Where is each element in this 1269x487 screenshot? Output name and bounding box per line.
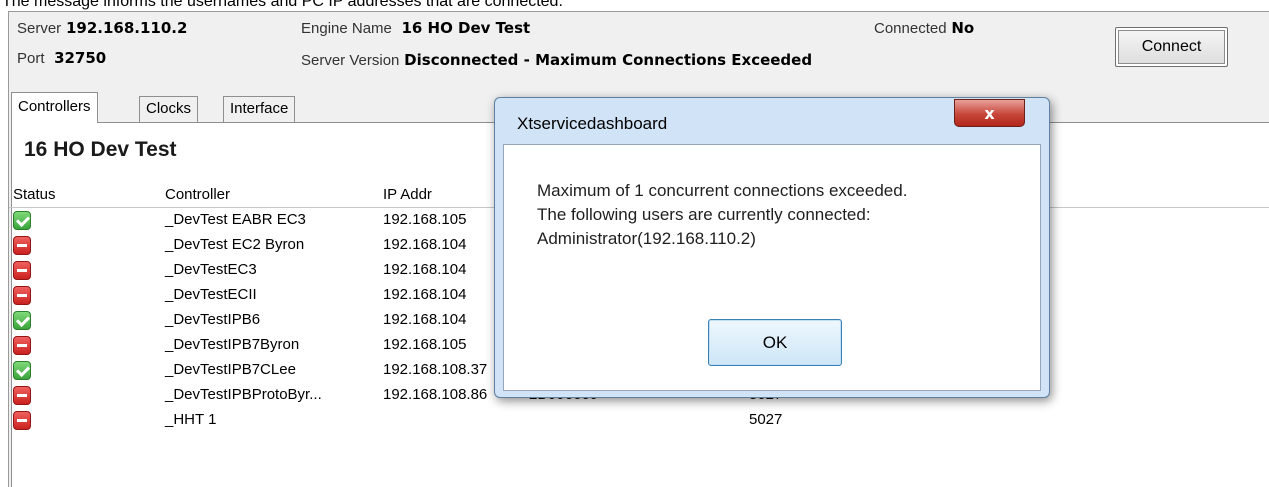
port-info: Port 32750 (17, 48, 106, 69)
port-cell: 5027 (749, 411, 783, 428)
server-info: Server 192.168.110.2 (17, 18, 187, 39)
dialog-message-line: The following users are currently connec… (537, 205, 871, 224)
server-version-value: Disconnected - Maximum Connections Excee… (404, 51, 813, 69)
app-window: Server 192.168.110.2 Port 32750 Engine N… (8, 11, 1269, 487)
controller-cell: _HHT 1 (165, 411, 217, 428)
status-error-icon (13, 236, 31, 255)
port-value: 32750 (54, 49, 107, 67)
tab-interface[interactable]: Interface (223, 96, 296, 122)
engine-info: Engine Name 16 HO Dev Test (301, 18, 530, 39)
tab-clocks[interactable]: Clocks (139, 96, 199, 122)
column-header-controller[interactable]: Controller (165, 186, 230, 203)
connect-button[interactable]: Connect (1115, 27, 1228, 67)
server-version-label: Server Version (301, 52, 400, 69)
ip-cell: 192.168.105 (383, 336, 467, 353)
ip-cell: 192.168.108.86 (383, 386, 488, 403)
controller-cell: _DevTestIPB6 (165, 311, 261, 328)
status-ok-icon (13, 361, 31, 380)
ok-button[interactable]: OK (708, 319, 842, 366)
ip-cell: 192.168.104 (383, 311, 467, 328)
dialog-titlebar[interactable]: Xtservicedashboard x (495, 98, 1049, 138)
controller-cell: _DevTestIPB7CLee (165, 361, 296, 378)
server-label: Server (17, 20, 62, 37)
ip-cell: 192.168.104 (383, 236, 467, 253)
engine-label: Engine Name (301, 20, 392, 37)
status-error-icon (13, 386, 31, 405)
close-icon[interactable]: x (954, 99, 1025, 127)
server-version-info: Server Version Disconnected - Maximum Co… (301, 50, 812, 71)
status-error-icon (13, 411, 31, 430)
column-header-status[interactable]: Status (13, 186, 56, 203)
status-error-icon (13, 261, 31, 280)
dialog-title: Xtservicedashboard (517, 114, 668, 133)
controller-cell: _DevTestECII (165, 286, 257, 303)
ip-cell: 192.168.104 (383, 286, 467, 303)
controller-cell: _DevTestIPB7Byron (165, 336, 300, 353)
error-dialog: Xtservicedashboard x Maximum of 1 concur… (494, 97, 1050, 398)
tab-controllers[interactable]: Controllers (11, 92, 98, 123)
connected-value: No (951, 19, 975, 37)
page-title: 16 HO Dev Test (24, 138, 177, 161)
controller-cell: _DevTest EABR EC3 (165, 211, 306, 228)
engine-value: 16 HO Dev Test (401, 19, 531, 37)
ip-cell: 192.168.105 (383, 211, 467, 228)
server-value: 192.168.110.2 (65, 19, 188, 37)
port-label: Port (17, 50, 45, 67)
ip-cell: 192.168.108.37 (383, 361, 488, 378)
dialog-body: Maximum of 1 concurrent connections exce… (503, 144, 1041, 391)
status-ok-icon (13, 211, 31, 230)
connected-info: Connected No (874, 18, 974, 39)
column-header-ip-addr[interactable]: IP Addr (383, 186, 432, 203)
controller-cell: _DevTestIPBProtoByr... (165, 386, 322, 403)
caption-text: The message informs the usernames and PC… (2, 0, 563, 10)
table-row[interactable]: _HHT 1 5027 (9, 409, 1269, 433)
controller-cell: _DevTestEC3 (165, 261, 257, 278)
ip-cell: 192.168.104 (383, 261, 467, 278)
status-ok-icon (13, 311, 31, 330)
status-error-icon (13, 336, 31, 355)
status-error-icon (13, 286, 31, 305)
connected-label: Connected (874, 20, 947, 37)
dialog-message-line: Maximum of 1 concurrent connections exce… (537, 181, 908, 200)
dialog-message-line: Administrator(192.168.110.2) (537, 229, 756, 248)
controller-cell: _DevTest EC2 Byron (165, 236, 305, 253)
